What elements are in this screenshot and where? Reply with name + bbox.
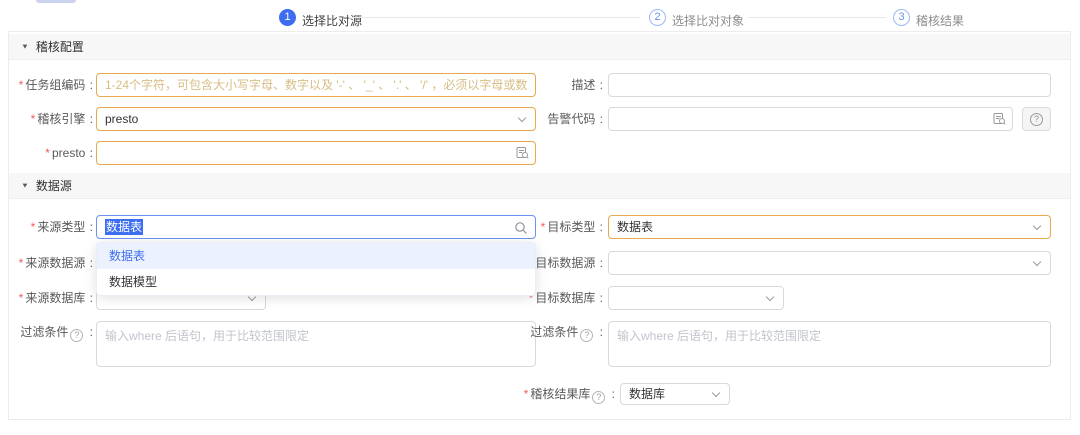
required-asterisk: * [19,291,24,305]
presto-label: *presto : [9,145,93,161]
section-title: 数据源 [36,177,72,194]
question-circle-icon[interactable]: ? [70,329,83,342]
description-input[interactable] [608,73,1051,97]
target-type-select[interactable]: 数据表 [608,215,1051,239]
question-circle-icon[interactable]: ? [580,329,593,342]
page: 1 选择比对源 2 选择比对对象 3 稽核结果 ▼ 稽核配置 *任务组编码 : … [0,0,1080,435]
section-header-data-source[interactable]: ▼ 数据源 [9,173,1070,199]
dropdown-option-data-model[interactable]: 数据模型 [97,269,535,295]
audit-engine-label: *稽核引擎 : [9,111,93,127]
target-filter-label: 过滤条件? : [519,324,603,342]
alarm-code-help-button[interactable]: ? [1022,107,1051,131]
chevron-down-icon [1033,258,1041,266]
source-filter-label: 过滤条件? : [9,324,93,342]
task-group-code-label: *任务组编码 : [9,77,93,93]
section-header-audit-config[interactable]: ▼ 稽核配置 [9,34,1070,60]
required-asterisk: * [19,256,24,270]
chevron-down-icon [1033,222,1041,230]
step-connector [748,17,886,18]
required-asterisk: * [31,220,36,234]
browser-tab-fragment [36,0,76,3]
required-asterisk: * [541,220,546,234]
task-group-code-input[interactable] [96,73,536,97]
chevron-down-icon [712,389,720,397]
dropdown-option-data-table[interactable]: 数据表 [97,243,535,269]
source-type-input[interactable]: 数据表 [96,215,536,239]
question-circle-icon: ? [1030,113,1043,126]
source-database-label: *来源数据库 : [9,290,93,306]
section-title: 稽核配置 [36,38,84,55]
step-connector [352,17,640,18]
lookup-icon[interactable] [993,112,1006,128]
target-type-value: 数据表 [617,216,1030,238]
audit-result-db-value: 数据库 [629,384,709,404]
required-asterisk: * [45,146,50,160]
source-type-selected-text: 数据表 [105,219,143,235]
required-asterisk: * [524,387,529,401]
caret-down-icon: ▼ [21,182,29,190]
presto-input[interactable] [96,141,536,165]
required-asterisk: * [19,78,24,92]
step-1-circle[interactable]: 1 [279,9,296,26]
step-3-circle[interactable]: 3 [893,9,910,26]
audit-engine-select[interactable]: presto [96,107,536,131]
step-2-circle[interactable]: 2 [649,9,666,26]
chevron-down-icon [766,293,774,301]
target-filter-textarea[interactable] [608,321,1051,367]
source-datasource-label: *来源数据源 : [9,255,93,271]
description-label: 描述 : [519,77,603,93]
step-3-label[interactable]: 稽核结果 [916,12,964,29]
alarm-code-label: 告警代码 : [519,111,603,127]
required-asterisk: * [31,112,36,126]
alarm-code-field [608,107,1013,131]
target-database-select[interactable] [608,286,784,310]
step-2-label[interactable]: 选择比对对象 [672,12,744,29]
audit-engine-value: presto [105,108,515,130]
alarm-code-input[interactable] [608,107,1013,131]
source-type-label: *来源类型 : [9,219,93,235]
question-circle-icon[interactable]: ? [592,391,605,404]
source-type-dropdown: 数据表 数据模型 [96,242,536,296]
target-datasource-select[interactable] [608,251,1051,275]
step-1-label[interactable]: 选择比对源 [302,12,362,29]
audit-result-db-label: *稽核结果库? : [449,386,615,404]
lookup-icon[interactable] [516,146,529,162]
form-panel: ▼ 稽核配置 *任务组编码 : 描述 : *稽核引擎 : presto 告警代码… [8,31,1071,420]
caret-down-icon: ▼ [21,43,29,51]
source-filter-textarea[interactable] [96,321,536,367]
presto-field [96,141,536,165]
target-type-label: *目标类型 : [519,219,603,235]
audit-result-db-select[interactable]: 数据库 [620,383,730,405]
